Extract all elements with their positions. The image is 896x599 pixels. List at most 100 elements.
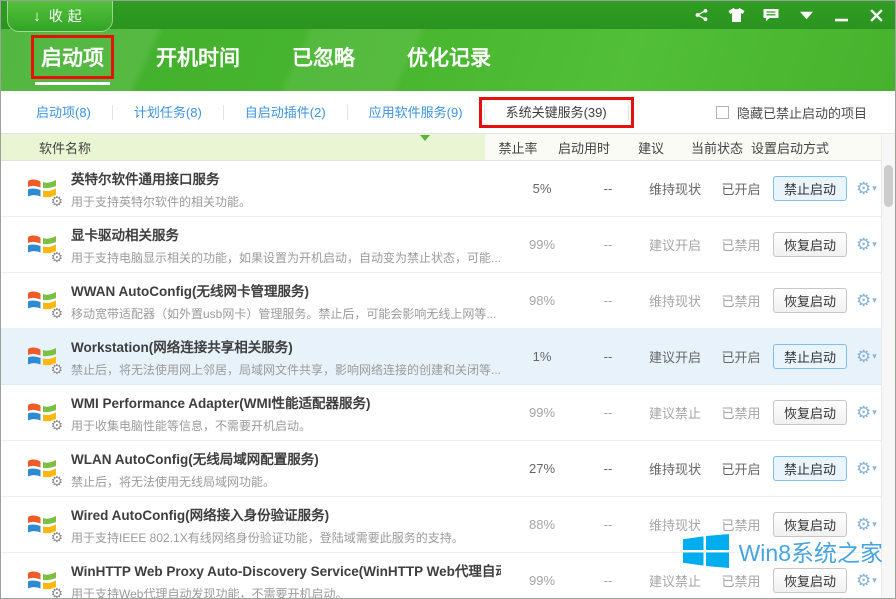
vertical-scrollbar[interactable]	[881, 135, 895, 598]
suggestion-value: 维持现状	[641, 459, 709, 478]
settings-gear-dropdown[interactable]: ⚙ ▾	[856, 404, 877, 421]
caret-down-icon: ▾	[872, 575, 877, 586]
windows-service-icon: ⚙	[27, 399, 59, 427]
toggle-startup-button[interactable]: 恢复启动	[773, 288, 847, 313]
service-description: 用于支持电脑显示相关的功能，如果设置为开机启动，自动变为禁止状态，可能...	[71, 249, 501, 266]
titlebar: ↓ 收起	[1, 1, 895, 29]
toggle-startup-button[interactable]: 禁止启动	[773, 344, 847, 369]
service-name: Wired AutoConfig(网络接入身份验证服务)	[71, 504, 501, 524]
settings-gear-dropdown[interactable]: ⚙ ▾	[856, 348, 877, 365]
gear-icon: ⚙	[856, 516, 871, 533]
suggestion-value: 建议开启	[641, 235, 709, 254]
column-header-suggest[interactable]: 建议	[617, 138, 685, 157]
service-gear-overlay-icon: ⚙	[50, 194, 63, 208]
toggle-startup-button[interactable]: 恢复启动	[773, 568, 847, 593]
current-status-value: 已开启	[709, 179, 773, 198]
gear-icon: ⚙	[856, 236, 871, 253]
tab-optimize-history[interactable]: 优化记录	[407, 42, 491, 72]
service-name: WWAN AutoConfig(无线网卡管理服务)	[71, 280, 501, 300]
subtab-app-services[interactable]: 应用软件服务(9)	[348, 105, 485, 120]
tab-ignored[interactable]: 已忽略	[292, 42, 355, 72]
main-nav: 启动项 开机时间 已忽略 优化记录	[1, 29, 895, 91]
caret-down-icon: ▾	[872, 407, 877, 418]
settings-gear-dropdown[interactable]: ⚙ ▾	[856, 516, 877, 533]
subtab-startup-items[interactable]: 启动项(8)	[15, 105, 113, 120]
service-gear-overlay-icon: ⚙	[50, 306, 63, 320]
suggestion-value: 建议开启	[641, 347, 709, 366]
windows-service-icon: ⚙	[27, 231, 59, 259]
app-window: ↓ 收起 启动项 开机时间 已忽略 优化记录 启动项(8)计划任务(8)自启动插件(2…	[0, 0, 896, 599]
table-row[interactable]: ⚙ WWAN AutoConfig(无线网卡管理服务) 移动宽带适配器（如外置u…	[1, 273, 895, 329]
windows-service-icon: ⚙	[27, 175, 59, 203]
service-description: 移动宽带适配器（如外置usb网卡）管理服务。禁止后，可能会影响无线上网等...	[71, 305, 501, 322]
disable-rate-value: 5%	[509, 181, 575, 196]
disable-rate-value: 99%	[509, 237, 575, 252]
caret-down-icon: ▾	[872, 463, 877, 474]
service-name: WLAN AutoConfig(无线局域网配置服务)	[71, 448, 501, 468]
settings-gear-dropdown[interactable]: ⚙ ▾	[856, 236, 877, 253]
gear-icon: ⚙	[856, 404, 871, 421]
subtab-system-key-services[interactable]: 系统关键服务(39)	[485, 105, 629, 120]
suggestion-value: 建议禁止	[641, 403, 709, 422]
current-status-value: 已开启	[709, 459, 773, 478]
service-name: WinHTTP Web Proxy Auto-Discovery Service…	[71, 560, 501, 580]
startup-time-value: --	[575, 349, 641, 364]
settings-gear-dropdown[interactable]: ⚙ ▾	[856, 460, 877, 477]
table-row[interactable]: ⚙ Workstation(网络连接共享相关服务) 禁止后，将无法使用网上邻居，…	[1, 329, 895, 385]
minimize-icon[interactable]	[832, 7, 850, 23]
windows-service-icon: ⚙	[27, 455, 59, 483]
scrollbar-thumb[interactable]	[884, 165, 893, 207]
settings-gear-dropdown[interactable]: ⚙ ▾	[856, 572, 877, 589]
column-header-name[interactable]: 软件名称	[1, 134, 485, 160]
table-row[interactable]: ⚙ WMI Performance Adapter(WMI性能适配器服务) 用于…	[1, 385, 895, 441]
close-icon[interactable]	[867, 7, 885, 23]
column-header-status[interactable]: 当前状态	[685, 138, 749, 157]
gear-icon: ⚙	[856, 348, 871, 365]
feedback-icon[interactable]	[762, 7, 780, 23]
service-description: 用于收集电脑性能等信息，不需要开机启动。	[71, 417, 501, 434]
tab-boot-time[interactable]: 开机时间	[156, 42, 240, 72]
service-gear-overlay-icon: ⚙	[50, 474, 63, 488]
table-row[interactable]: ⚙ 英特尔软件通用接口服务 用于支持英特尔软件的相关功能。 5% -- 维持现状…	[1, 161, 895, 217]
startup-time-value: --	[575, 237, 641, 252]
toggle-startup-button[interactable]: 恢复启动	[773, 232, 847, 257]
service-name: Workstation(网络连接共享相关服务)	[71, 336, 501, 356]
skin-icon[interactable]	[727, 7, 745, 23]
collapse-button[interactable]: ↓ 收起	[7, 1, 113, 32]
gear-icon: ⚙	[856, 292, 871, 309]
service-gear-overlay-icon: ⚙	[50, 362, 63, 376]
share-icon[interactable]	[692, 7, 710, 23]
suggestion-value: 维持现状	[641, 515, 709, 534]
subtab-scheduled-tasks[interactable]: 计划任务(8)	[113, 105, 224, 120]
tab-startup[interactable]: 启动项	[41, 42, 104, 72]
current-status-value: 已禁用	[709, 515, 773, 534]
startup-time-value: --	[575, 573, 641, 588]
startup-time-value: --	[575, 461, 641, 476]
column-header-rate[interactable]: 禁止率	[485, 138, 551, 157]
table-row[interactable]: ⚙ 显卡驱动相关服务 用于支持电脑显示相关的功能，如果设置为开机启动，自动变为禁…	[1, 217, 895, 273]
subtab-autorun-plugins[interactable]: 自启动插件(2)	[224, 105, 348, 120]
toggle-startup-button[interactable]: 禁止启动	[773, 456, 847, 481]
win8-logo-icon	[683, 534, 729, 568]
toggle-startup-button[interactable]: 恢复启动	[773, 400, 847, 425]
current-status-value: 已开启	[709, 347, 773, 366]
startup-time-value: --	[575, 405, 641, 420]
suggestion-value: 维持现状	[641, 179, 709, 198]
settings-gear-dropdown[interactable]: ⚙ ▾	[856, 292, 877, 309]
service-description: 用于支持英特尔软件的相关功能。	[71, 193, 501, 210]
service-description: 用于支持Web代理自动发现功能，不需要开机启动。	[71, 585, 501, 599]
disable-rate-value: 88%	[509, 517, 575, 532]
gear-icon: ⚙	[856, 460, 871, 477]
disable-rate-value: 99%	[509, 573, 575, 588]
column-header-time[interactable]: 启动用时	[551, 138, 617, 157]
caret-down-icon: ▾	[872, 183, 877, 194]
current-status-value: 已禁用	[709, 291, 773, 310]
hide-disabled-checkbox[interactable]	[716, 106, 729, 119]
toggle-startup-button[interactable]: 禁止启动	[773, 176, 847, 201]
menu-icon[interactable]	[797, 7, 815, 23]
gear-icon: ⚙	[856, 572, 871, 589]
disable-rate-value: 1%	[509, 349, 575, 364]
table-row[interactable]: ⚙ WLAN AutoConfig(无线局域网配置服务) 禁止后，将无法使用无线…	[1, 441, 895, 497]
settings-gear-dropdown[interactable]: ⚙ ▾	[856, 180, 877, 197]
service-description: 禁止后，将无法使用网上邻居，局域网文件共享，影响网络连接的创建和关闭等...	[71, 361, 501, 378]
